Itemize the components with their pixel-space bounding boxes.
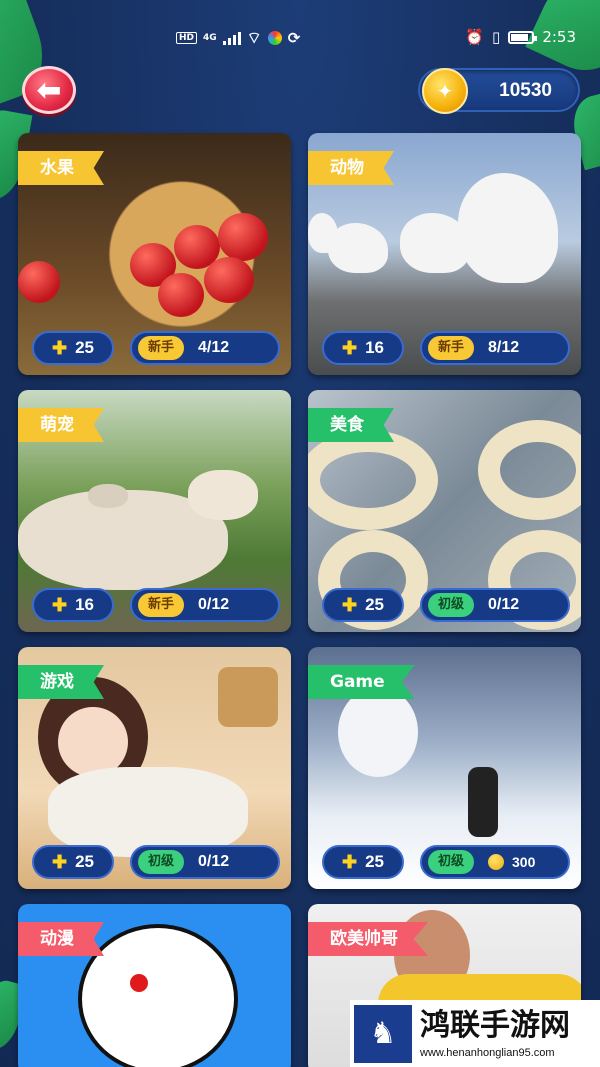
sync-icon: ⟳	[287, 29, 301, 47]
watermark-title: 鸿联手游网	[420, 1007, 570, 1043]
clock: 2:53	[542, 28, 576, 46]
level-progress: 初级 300	[420, 845, 570, 879]
category-tag: 水果	[18, 151, 104, 185]
watermark: ♞ 鸿联手游网 www.henanhonglian95.com	[350, 1000, 600, 1067]
level-badge: 新手	[138, 593, 185, 617]
level-badge: 新手	[428, 336, 475, 360]
piece-count: ✚ 25	[322, 845, 404, 879]
puzzle-icon: ✚	[341, 851, 358, 872]
network-type: 4G	[203, 33, 217, 43]
category-tag: 游戏	[18, 665, 104, 699]
category-card-game-cn[interactable]: 游戏 ✚ 25 初级 0/12	[18, 647, 291, 889]
level-progress: 初级 0/12	[130, 845, 280, 879]
level-badge: 初级	[138, 850, 185, 874]
puzzle-icon: ✚	[51, 851, 68, 872]
category-tag: 动物	[308, 151, 394, 185]
hd-badge: HD	[176, 32, 198, 44]
category-tag: 萌宠	[18, 408, 104, 442]
unlock-cost: 300	[512, 854, 536, 870]
piece-count: ✚ 25	[32, 845, 114, 879]
category-tag: 动漫	[18, 922, 104, 956]
progress-text: 8/12	[488, 339, 520, 356]
arrow-left-icon: ⬅	[36, 72, 62, 108]
watermark-url: www.henanhonglian95.com	[420, 1046, 555, 1059]
level-progress: 新手 0/12	[130, 588, 280, 622]
coin-balance: ✦ 10530	[418, 68, 580, 114]
category-card-animal[interactable]: 动物 ✚ 16 新手 8/12	[308, 133, 581, 375]
progress-text: 0/12	[198, 853, 230, 870]
level-badge: 新手	[138, 336, 185, 360]
category-card-fruit[interactable]: 水果 ✚ 25 新手 4/12	[18, 133, 291, 375]
puzzle-coin-icon: ✦	[422, 68, 468, 114]
level-badge: 初级	[428, 593, 475, 617]
piece-count: ✚ 16	[322, 331, 404, 365]
puzzle-icon: ✚	[341, 594, 358, 615]
battery-icon	[508, 30, 538, 44]
puzzle-icon: ✚	[51, 337, 68, 358]
piece-count: ✚ 25	[322, 588, 404, 622]
level-progress: 初级 0/12	[420, 588, 570, 622]
category-tag: 欧美帅哥	[308, 922, 428, 956]
puzzle-icon: ✚	[51, 594, 68, 615]
signal-icon	[222, 31, 241, 45]
wifi-icon: ⌔	[246, 28, 262, 47]
category-tag: 美食	[308, 408, 394, 442]
watermark-logo-icon: ♞	[354, 1004, 412, 1063]
progress-text: 0/12	[198, 596, 230, 613]
status-icons-left: HD 4G ⌔ ⟳	[176, 28, 300, 48]
app-icon	[267, 31, 282, 45]
coin-value: 10530	[499, 80, 552, 101]
level-progress: 新手 8/12	[420, 331, 570, 365]
level-progress: 新手 4/12	[130, 331, 280, 365]
coin-icon	[488, 854, 505, 870]
vibrate-icon: ▯	[492, 28, 501, 46]
progress-text: 4/12	[198, 339, 230, 356]
level-badge: 初级	[428, 850, 475, 874]
piece-count: ✚ 25	[32, 331, 114, 365]
category-card-anime[interactable]: 动漫	[18, 904, 291, 1067]
puzzle-icon: ✚	[341, 337, 358, 358]
category-tag: Game	[308, 665, 415, 699]
category-card-pet[interactable]: 萌宠 ✚ 16 新手 0/12	[18, 390, 291, 632]
piece-count: ✚ 16	[32, 588, 114, 622]
category-card-game[interactable]: Game ✚ 25 初级 300	[308, 647, 581, 889]
status-icons-right: ⏰ ▯ 2:53	[465, 28, 576, 46]
category-card-food[interactable]: 美食 ✚ 25 初级 0/12	[308, 390, 581, 632]
alarm-icon: ⏰	[465, 28, 485, 46]
back-button[interactable]: ⬅	[22, 66, 76, 114]
progress-text: 0/12	[488, 596, 520, 613]
